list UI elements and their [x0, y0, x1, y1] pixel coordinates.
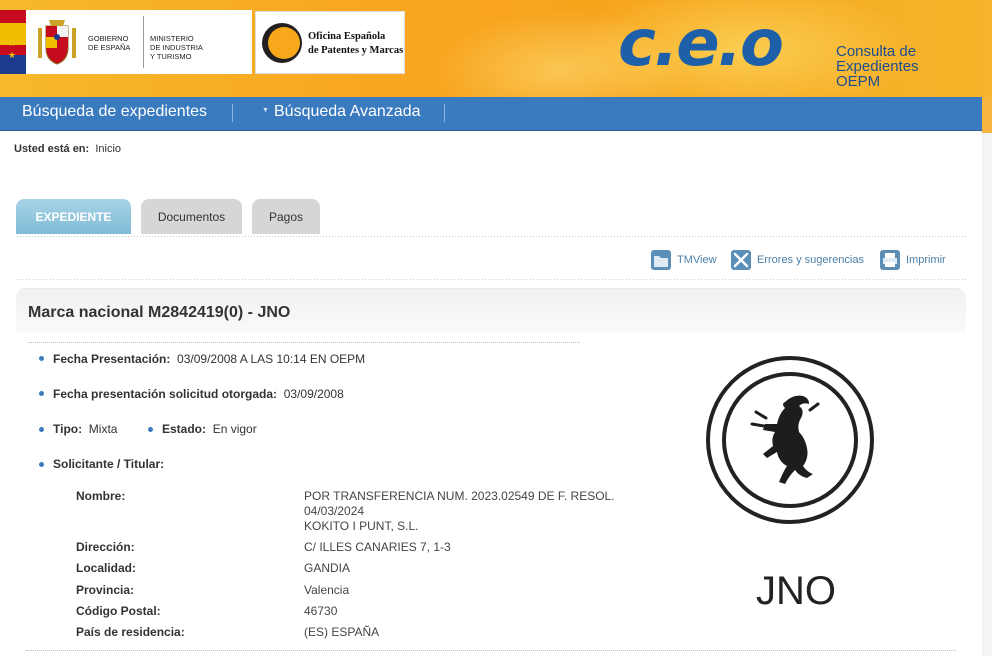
bullet-icon: [39, 391, 44, 396]
oepm-logo-icon: [262, 23, 302, 63]
coat-of-arms-icon: [38, 20, 76, 65]
chevron-down-icon: ▼: [262, 107, 269, 114]
folder-icon: [651, 250, 671, 270]
errores-label: Errores y sugerencias: [757, 254, 864, 266]
spain-flag-icon: ★ ★: [0, 10, 26, 74]
imprimir-label: Imprimir: [906, 254, 946, 266]
ministry-label: MINISTERIO DE INDUSTRIA Y TURISMO: [150, 34, 203, 61]
direccion-value: C/ ILLES CANARIES 7, 1-3: [304, 540, 451, 554]
bullet-icon: [39, 462, 44, 467]
nav-item-busqueda-avanzada[interactable]: Búsqueda Avanzada: [274, 97, 421, 131]
tab-pagos[interactable]: Pagos: [252, 199, 320, 234]
fecha-otorgada: Fecha presentación solicitud otorgada: 0…: [53, 387, 344, 401]
government-logo[interactable]: ★ ★ GOBIERNO DE ESPAÑA MINISTERIO DE IND…: [0, 10, 252, 74]
tmview-label: TMView: [677, 254, 717, 266]
provincia-label: Provincia:: [76, 583, 135, 597]
nombre-value: POR TRANSFERENCIA NUM. 2023.02549 DE F. …: [304, 489, 615, 533]
tmview-link[interactable]: TMView: [650, 249, 720, 271]
tab-expediente[interactable]: EXPEDIENTE: [16, 199, 131, 234]
tools-icon: [731, 250, 751, 270]
bullet-icon: [39, 427, 44, 432]
trademark-image: JNO: [706, 356, 874, 613]
bullet-icon: [148, 427, 153, 432]
divider: [26, 650, 956, 651]
divider: [143, 16, 144, 68]
tipo: Tipo: Mixta: [53, 422, 118, 436]
main-nav: Búsqueda de expedientes ▼ Búsqueda Avanz…: [0, 97, 982, 131]
divider: [16, 278, 966, 281]
bullet-icon: [39, 356, 44, 361]
breadcrumb-prefix: Usted está en:: [14, 143, 90, 155]
imprimir-link[interactable]: Imprimir: [879, 249, 949, 271]
breadcrumb-current[interactable]: Inicio: [95, 143, 121, 155]
nav-separator: [232, 104, 233, 122]
codigo-postal-label: Código Postal:: [76, 604, 161, 618]
trademark-text: JNO: [756, 569, 836, 613]
localidad-label: Localidad:: [76, 561, 137, 575]
divider: [16, 235, 966, 238]
pais-residencia-value: (ES) ESPAÑA: [304, 625, 380, 639]
record-header: Marca nacional M2842419(0) - JNO: [16, 289, 966, 333]
printer-icon: [880, 250, 900, 270]
errores-sugerencias-link[interactable]: Errores y sugerencias: [730, 249, 870, 271]
page-shadow: [982, 97, 992, 656]
nombre-label: Nombre:: [76, 489, 126, 503]
solicitante-titular: Solicitante / Titular:: [53, 457, 165, 471]
divider: [28, 342, 580, 343]
ceo-logo[interactable]: c.e.o: [618, 4, 784, 84]
estado: Estado: En vigor: [162, 422, 257, 436]
government-label: GOBIERNO DE ESPAÑA: [88, 34, 131, 52]
provincia-value: Valencia: [304, 583, 350, 597]
direccion-label: Dirección:: [76, 540, 135, 554]
oepm-label: Oficina Española de Patentes y Marcas: [308, 31, 404, 56]
tab-documentos[interactable]: Documentos: [141, 199, 242, 234]
codigo-postal-value: 46730: [304, 604, 338, 618]
header-banner: ★ ★ GOBIERNO DE ESPAÑA MINISTERIO DE IND…: [0, 0, 992, 98]
breadcrumb: Usted está en: Inicio: [14, 143, 121, 155]
pais-residencia-label: País de residencia:: [76, 625, 185, 639]
page-shadow: [982, 97, 992, 133]
oepm-logo-link[interactable]: Oficina Española de Patentes y Marcas: [255, 11, 405, 74]
fecha-presentacion: Fecha Presentación: 03/09/2008 A LAS 10:…: [53, 352, 366, 366]
localidad-value: GANDIA: [304, 561, 351, 575]
ceo-subtitle: Consulta de Expedientes OEPM: [836, 43, 919, 90]
nav-item-busqueda-expedientes[interactable]: Búsqueda de expedientes: [22, 97, 207, 131]
nav-separator: [444, 104, 445, 122]
record-title: Marca nacional M2842419(0) - JNO: [28, 304, 291, 321]
